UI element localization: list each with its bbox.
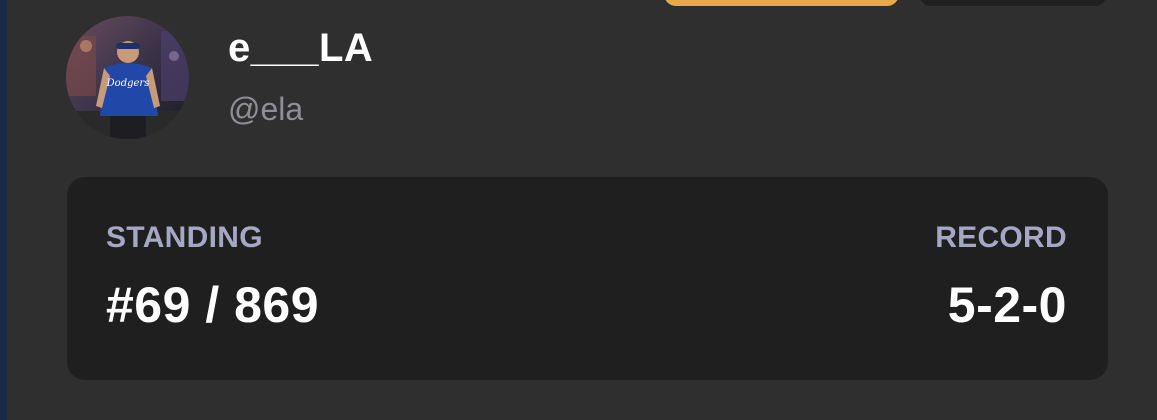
secondary-action-button[interactable] (919, 0, 1107, 6)
record-label: RECORD (935, 221, 1067, 254)
avatar[interactable]: Dodgers (66, 16, 189, 139)
standing-label: STANDING (106, 221, 263, 254)
stats-card: STANDING #69 / 869 RECORD 5-2-0 (67, 177, 1108, 380)
svg-text:Dodgers: Dodgers (106, 78, 150, 89)
record-value: 5-2-0 (947, 277, 1067, 333)
user-handle: @ela (228, 91, 304, 127)
primary-action-button[interactable] (664, 0, 899, 6)
avatar-photo: Dodgers (66, 16, 189, 139)
display-name: e___LA (228, 26, 374, 70)
standing-value: #69 / 869 (106, 277, 320, 333)
left-edge-strip (0, 0, 7, 420)
